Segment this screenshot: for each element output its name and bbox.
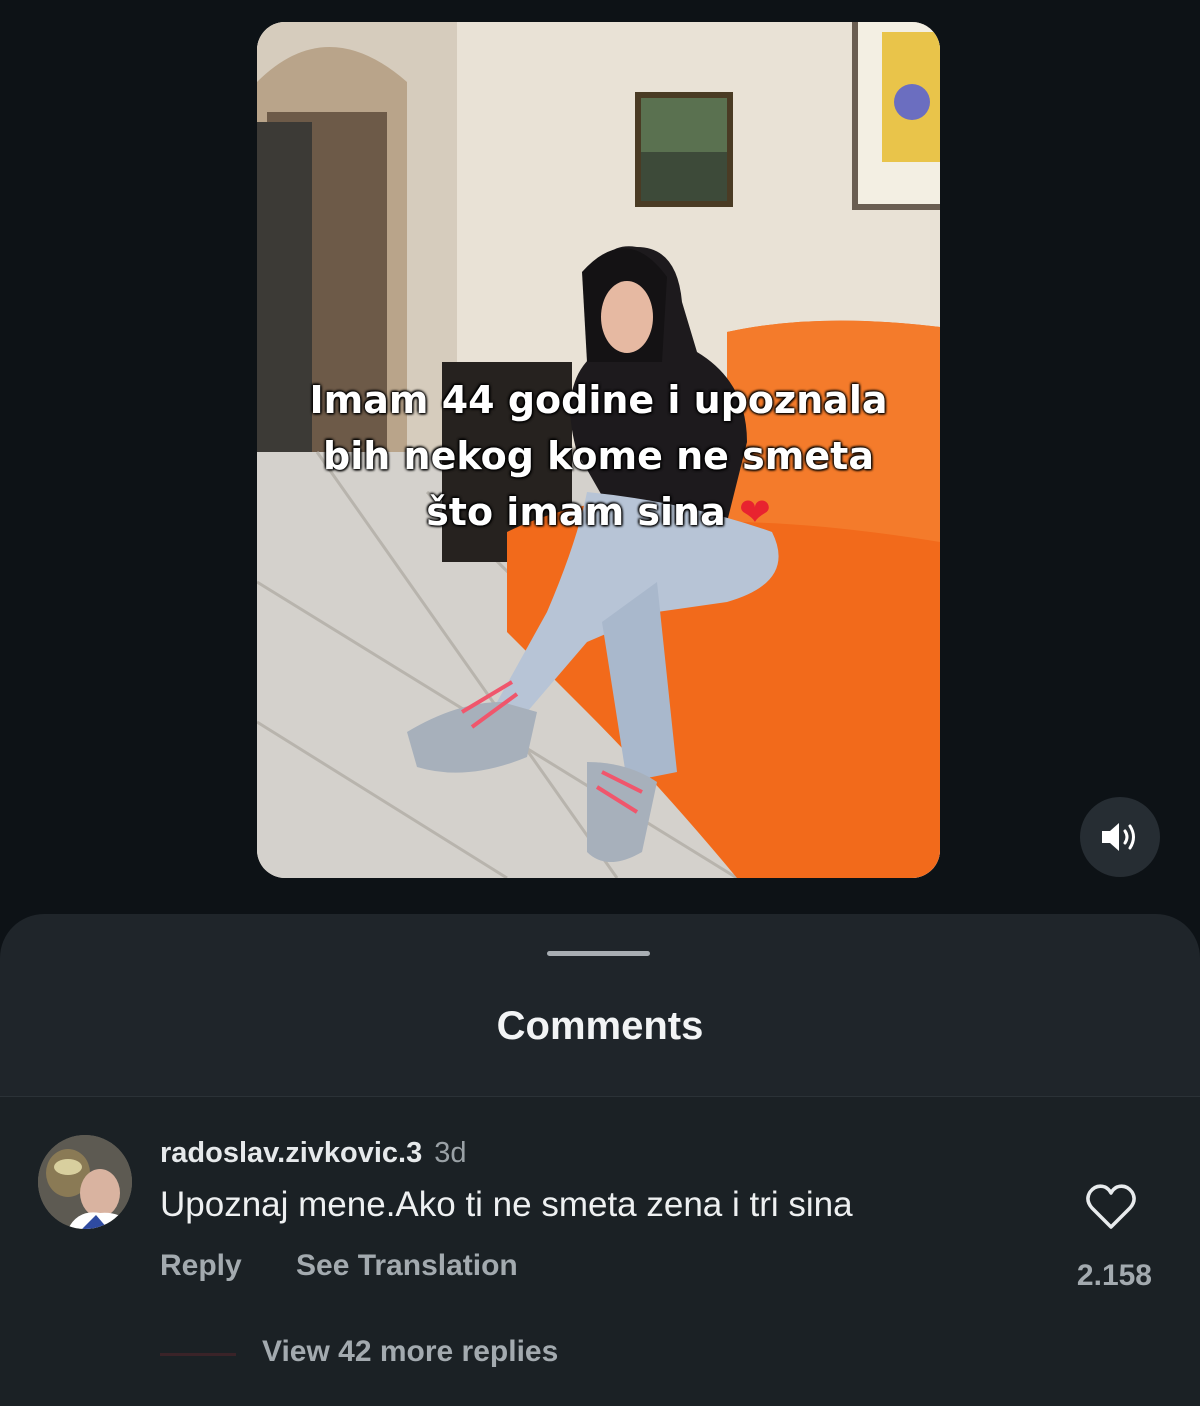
comment-time: 3d — [434, 1137, 467, 1169]
comment-username[interactable]: radoslav.zivkovic.3 3d — [160, 1137, 466, 1170]
mute-button[interactable] — [1080, 797, 1160, 877]
caption-line-2: bih nekog kome ne smeta — [323, 434, 874, 478]
avatar-image — [38, 1135, 132, 1229]
see-translation-button[interactable]: See Translation — [296, 1249, 518, 1283]
comments-sheet: Comments radoslav.zivkovic.3 3d Upoznaj m… — [0, 914, 1200, 1406]
sheet-title: Comments — [496, 1004, 704, 1048]
comment-item: radoslav.zivkovic.3 3d Upoznaj mene.Ako t… — [0, 1097, 1200, 1406]
drag-handle[interactable] — [547, 951, 650, 956]
caption-line-3: što imam sina ❤ — [257, 484, 940, 540]
username-text[interactable]: radoslav.zivkovic.3 — [160, 1137, 422, 1169]
speaker-icon — [1102, 823, 1135, 851]
caption-line-3-text: što imam sina — [426, 490, 726, 534]
video-player[interactable]: Imam 44 godine i upoznala bih nekog kome… — [257, 22, 940, 878]
caption-line-1: Imam 44 godine i upoznala — [309, 378, 888, 422]
avatar[interactable] — [38, 1135, 132, 1229]
like-count: 2.158 — [1076, 1259, 1152, 1292]
heart-outline-icon[interactable] — [1085, 1183, 1137, 1231]
heart-emoji: ❤ — [738, 490, 771, 534]
video-caption: Imam 44 godine i upoznala bih nekog kome… — [257, 372, 940, 540]
view-more-replies-button[interactable]: View 42 more replies — [262, 1335, 558, 1369]
reply-button[interactable]: Reply — [160, 1249, 242, 1283]
replies-divider-line — [160, 1353, 236, 1356]
comment-text: Upoznaj mene.Ako ti ne smeta zena i tri … — [160, 1185, 853, 1224]
